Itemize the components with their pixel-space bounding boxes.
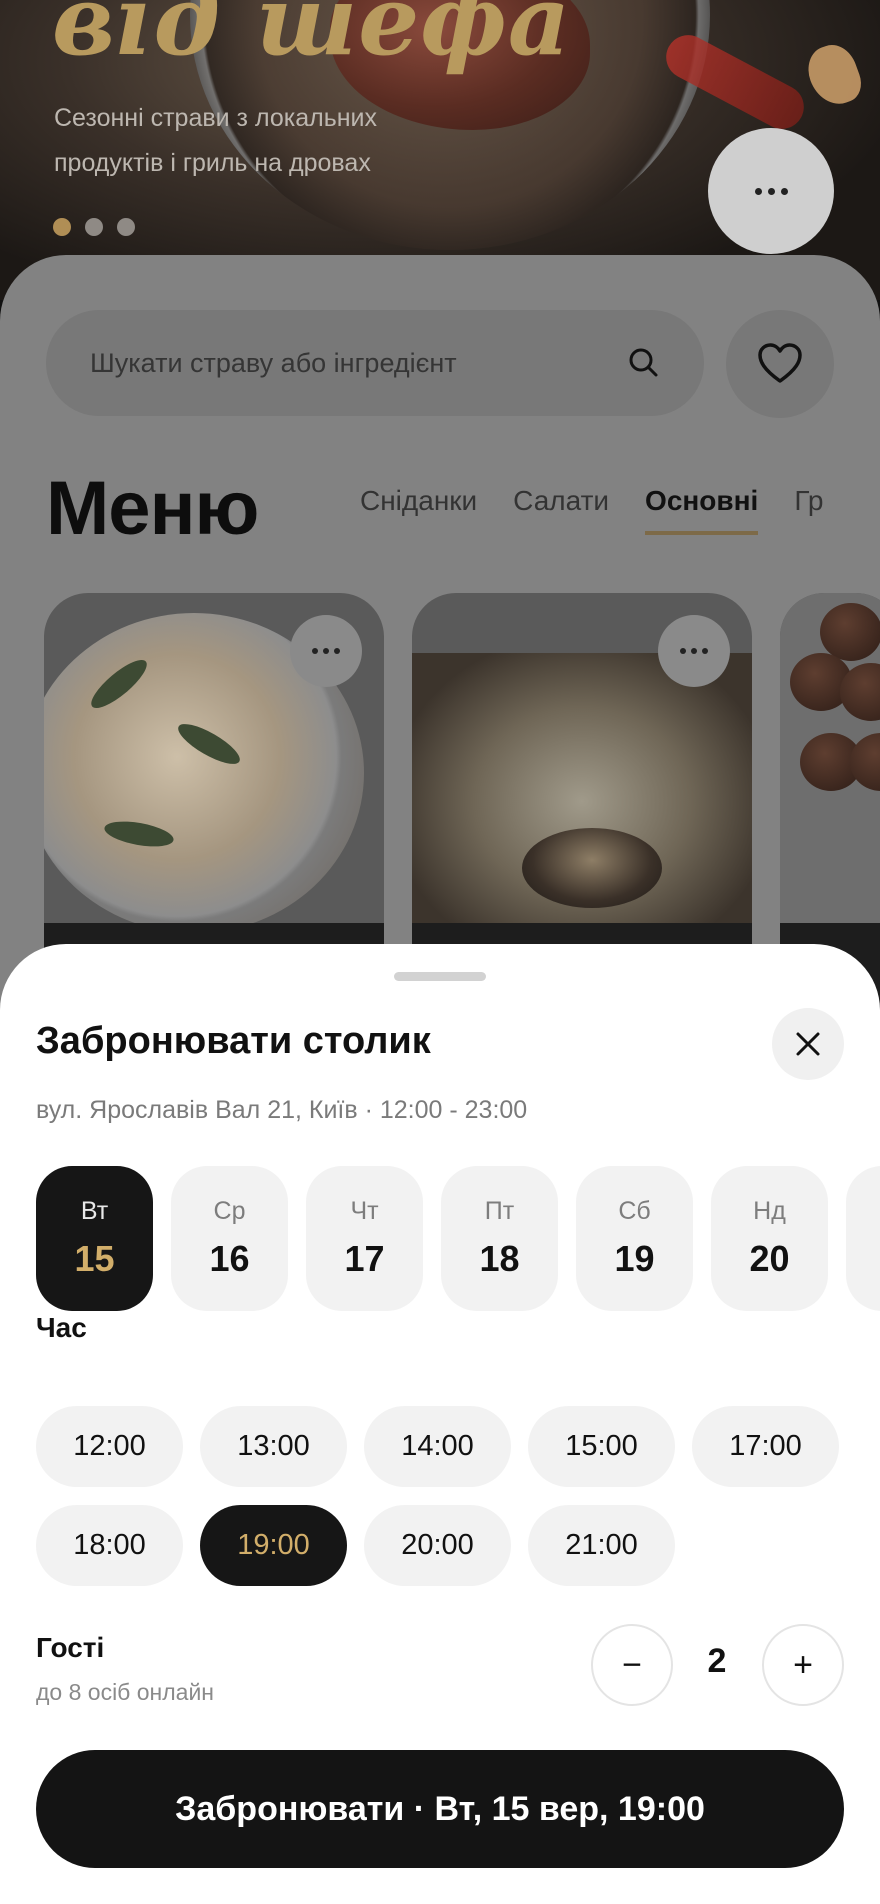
guests-count: 2 [707, 1642, 727, 1680]
dish-image [412, 653, 752, 923]
search-bar[interactable] [46, 310, 704, 416]
guests-limit-note: до 8 осіб онлайн [36, 1679, 215, 1705]
date-weekday: Пт [484, 1197, 515, 1225]
more-dot [702, 648, 708, 654]
time-chip[interactable]: 20:00 [364, 1505, 511, 1586]
carousel-dot[interactable] [53, 218, 71, 236]
close-button[interactable] [772, 1008, 844, 1080]
tab-breakfast[interactable]: Сніданки [360, 485, 477, 535]
guests-label: Гості [36, 1632, 105, 1663]
date-weekday: Ср [213, 1197, 246, 1225]
date-number: 19 [614, 1238, 655, 1279]
time-chip[interactable]: 17:00 [692, 1406, 839, 1487]
search-input[interactable] [90, 347, 590, 379]
time-chip[interactable]: 15:00 [528, 1406, 675, 1487]
hero-more-button[interactable] [708, 128, 834, 254]
date-chip[interactable]: Нд 20 [711, 1166, 828, 1311]
date-chip[interactable]: Ср 16 [171, 1166, 288, 1311]
booking-title: Забронювати столик [36, 1020, 431, 1062]
date-number: 20 [749, 1238, 790, 1279]
guests-decrement-button[interactable]: − [591, 1624, 673, 1706]
guests-increment-button[interactable]: + [762, 1624, 844, 1706]
time-chip[interactable]: 21:00 [528, 1505, 675, 1586]
date-number: 16 [209, 1238, 250, 1279]
tab-main[interactable]: Основні [645, 485, 759, 535]
time-chip[interactable]: 18:00 [36, 1505, 183, 1586]
more-dot [780, 187, 788, 195]
date-chip[interactable]: Вт 15 [36, 1166, 153, 1311]
tab-grill[interactable]: Гр [794, 485, 823, 535]
time-chip-selected[interactable]: 19:00 [200, 1505, 347, 1586]
date-weekday: Нд [753, 1197, 786, 1225]
heart-icon [758, 343, 802, 383]
favorites-button[interactable] [726, 310, 834, 418]
date-weekday: Вт [80, 1197, 109, 1225]
carousel-dot[interactable] [117, 218, 135, 236]
plus-icon: + [793, 1645, 813, 1684]
date-number: 17 [344, 1238, 385, 1279]
hero-nut-image [801, 38, 867, 112]
carousel-dot[interactable] [85, 218, 103, 236]
time-chip[interactable]: 14:00 [364, 1406, 511, 1487]
date-weekday: Сб [618, 1197, 651, 1225]
date-weekday: Чт [350, 1197, 379, 1225]
date-chip[interactable]: Сб 19 [576, 1166, 693, 1311]
date-chip[interactable]: Пт 18 [441, 1166, 558, 1311]
dish-sauce [522, 828, 662, 908]
menu-title: Меню [46, 466, 259, 551]
minus-icon: − [622, 1645, 642, 1684]
book-table-button[interactable]: Забронювати · Вт, 15 вер, 19:00 [36, 1750, 844, 1868]
more-dot [323, 648, 329, 654]
date-chip[interactable]: Чт 17 [306, 1166, 423, 1311]
search-icon[interactable] [626, 345, 662, 381]
more-dot [767, 187, 775, 195]
sheet-drag-handle[interactable] [394, 972, 486, 981]
booking-sheet: Забронювати столик вул. Ярославів Вал 21… [0, 944, 880, 1904]
close-icon [796, 1032, 820, 1056]
time-label: Час [36, 1312, 87, 1343]
hero-title: від шефа [52, 0, 572, 77]
more-horizontal-icon [312, 648, 318, 654]
time-chip[interactable]: 13:00 [200, 1406, 347, 1487]
date-number: 15 [74, 1238, 115, 1279]
tab-salads[interactable]: Салати [513, 485, 609, 535]
time-chip[interactable]: 12:00 [36, 1406, 183, 1487]
more-dot [691, 648, 697, 654]
carousel-dots [53, 218, 135, 236]
dish-more-button[interactable] [658, 615, 730, 687]
hero-subtitle: Сезонні страви з локальних продуктів і г… [54, 104, 378, 177]
time-picker: 12:00 13:00 14:00 15:00 17:00 18:00 19:0… [36, 1406, 856, 1586]
dish-more-button[interactable] [290, 615, 362, 687]
category-tabs: Сніданки Салати Основні Гр [360, 485, 824, 535]
date-number: 18 [479, 1238, 520, 1279]
more-horizontal-icon [680, 648, 686, 654]
restaurant-address-hours: вул. Ярославів Вал 21, Київ · 12:00 - 23… [36, 1096, 528, 1124]
more-horizontal-icon [754, 187, 762, 195]
more-dot [334, 648, 340, 654]
date-picker: Вт 15 Ср 16 Чт 17 Пт 18 Сб 19 Нд 20 [36, 1166, 880, 1311]
date-chip[interactable] [846, 1166, 880, 1311]
